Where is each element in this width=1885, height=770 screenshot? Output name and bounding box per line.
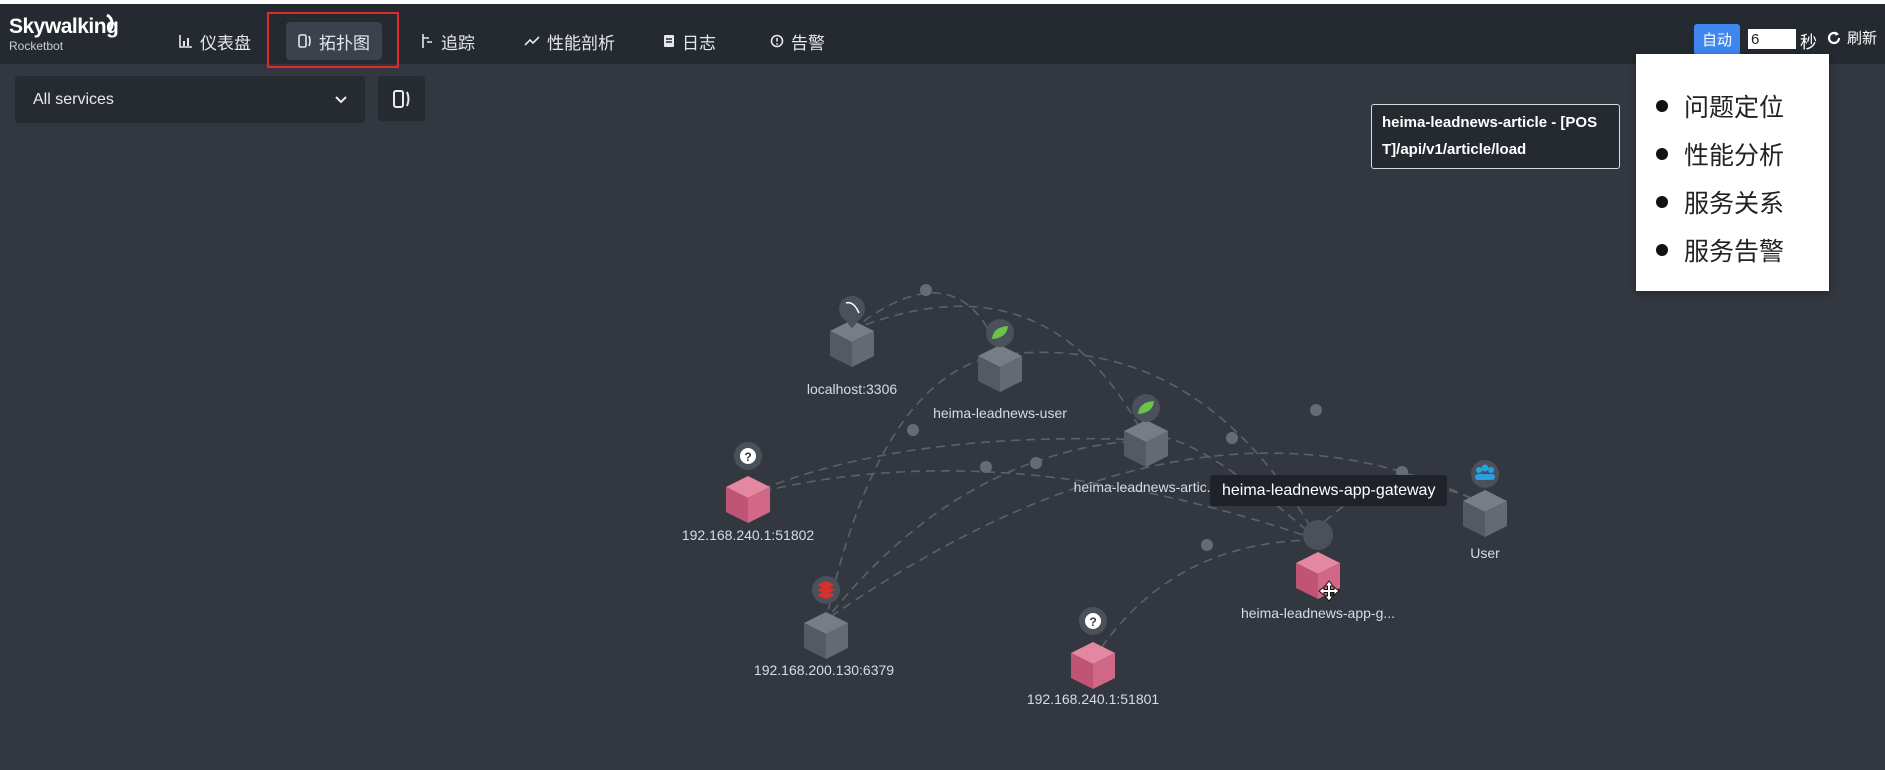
node-51802[interactable]: ?: [726, 442, 770, 523]
question-mark-icon: ?: [740, 448, 756, 464]
svg-text:?: ?: [744, 450, 751, 464]
endpoint-tooltip-line1: heima-leadnews-article - [POS: [1382, 114, 1598, 131]
node-51801[interactable]: ?: [1071, 607, 1115, 689]
node-label-51802: 192.168.240.1:51802: [681, 527, 815, 543]
node-label-redis: 192.168.200.130:6379: [753, 662, 895, 678]
endpoint-tooltip-line2: T]/api/v1/article/load: [1382, 141, 1527, 158]
bullet-icon: [1656, 100, 1668, 112]
menu-item-label: 服务告警: [1684, 238, 1785, 266]
edge-user-service-to-mysql[interactable]: [851, 292, 1001, 356]
node-label-article: heima-leadnews-artic...: [1073, 479, 1219, 495]
menu-item-service-alarm[interactable]: 服务告警: [1656, 226, 1784, 274]
svg-text:?: ?: [1089, 615, 1096, 629]
menu-item-label: 问题定位: [1684, 94, 1785, 122]
menu-item-issue-location[interactable]: 问题定位: [1656, 82, 1784, 130]
node-article[interactable]: [1124, 394, 1168, 467]
edge-51801-to-gateway[interactable]: [1092, 539, 1319, 661]
menu-item-label: 服务关系: [1684, 190, 1785, 218]
node-gateway[interactable]: [1296, 520, 1340, 599]
bullet-icon: [1656, 244, 1668, 256]
node-label-mysql: localhost:3306: [806, 381, 898, 397]
endpoint-tooltip: heima-leadnews-article - [POS T]/api/v1/…: [1371, 104, 1620, 169]
node-label-gateway: heima-leadnews-app-g...: [1240, 605, 1396, 621]
node-user[interactable]: [1463, 460, 1507, 537]
menu-item-label: 性能分析: [1684, 142, 1785, 170]
node-hover-tooltip: heima-leadnews-app-gateway: [1210, 475, 1448, 506]
bullet-icon: [1656, 196, 1668, 208]
node-redis[interactable]: [804, 576, 848, 659]
node-label-user-service: heima-leadnews-user: [933, 405, 1067, 421]
node-label-51801: 192.168.240.1:51801: [1026, 691, 1160, 707]
node-user-service[interactable]: [978, 319, 1022, 392]
menu-item-service-relation[interactable]: 服务关系: [1656, 178, 1784, 226]
menu-item-performance[interactable]: 性能分析: [1656, 130, 1784, 178]
node-label-user: User: [1470, 545, 1500, 561]
node-mysql[interactable]: [830, 296, 874, 367]
context-menu-card: 问题定位 性能分析 服务关系 服务告警: [1636, 54, 1829, 291]
bullet-icon: [1656, 148, 1668, 160]
question-mark-icon: ?: [1085, 613, 1101, 629]
